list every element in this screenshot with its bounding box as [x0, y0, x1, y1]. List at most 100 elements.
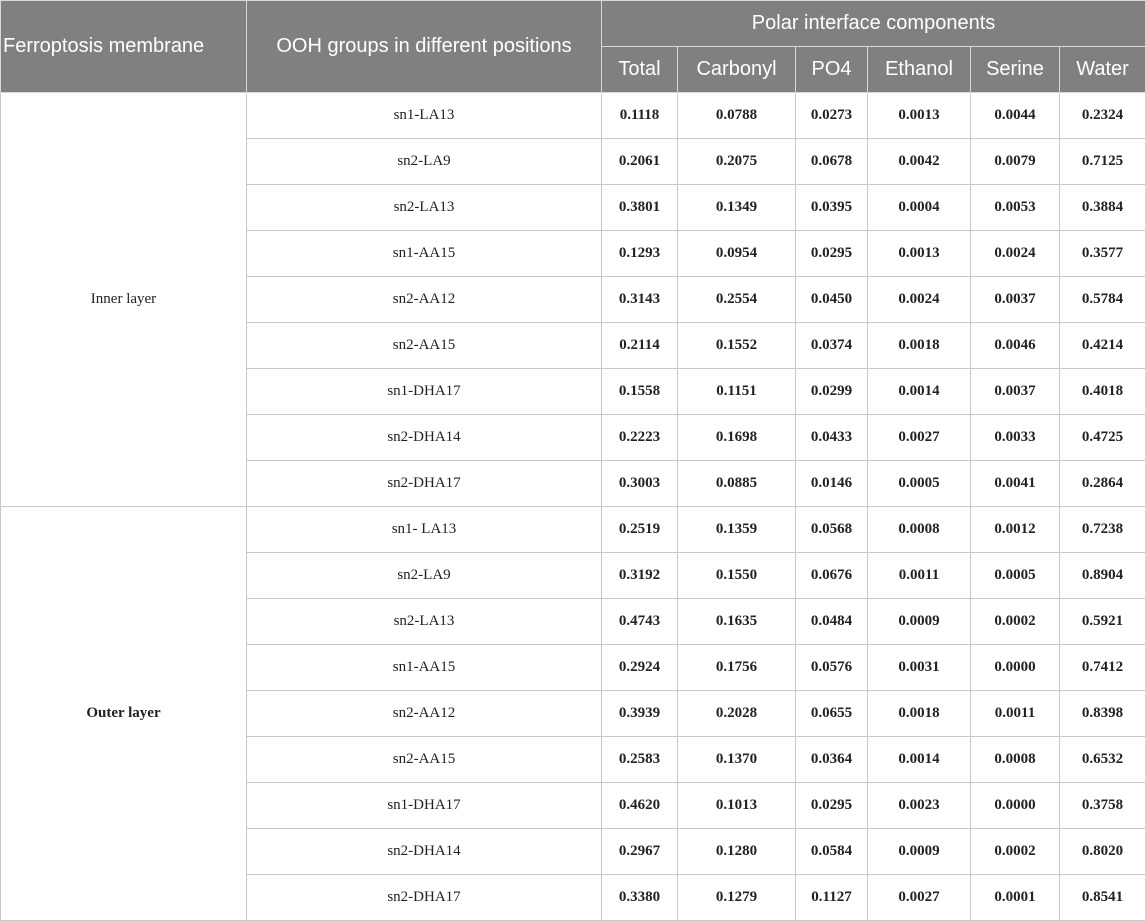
value-cell-ethanol: 0.0042 — [868, 139, 971, 185]
value-cell-po4: 0.0433 — [796, 415, 868, 461]
value-cell-carbonyl: 0.1370 — [678, 737, 796, 783]
value-cell-water: 0.8904 — [1060, 553, 1145, 599]
group-label: Outer layer — [1, 507, 247, 921]
value-cell-water: 0.3884 — [1060, 185, 1145, 231]
value-cell-serine: 0.0033 — [971, 415, 1060, 461]
value-cell-total: 0.2223 — [602, 415, 678, 461]
value-cell-water: 0.7238 — [1060, 507, 1145, 553]
value-cell-serine: 0.0008 — [971, 737, 1060, 783]
value-cell-carbonyl: 0.1359 — [678, 507, 796, 553]
value-cell-water: 0.5921 — [1060, 599, 1145, 645]
value-cell-ethanol: 0.0009 — [868, 599, 971, 645]
value-cell-carbonyl: 0.1756 — [678, 645, 796, 691]
value-cell-total: 0.3192 — [602, 553, 678, 599]
value-cell-carbonyl: 0.2075 — [678, 139, 796, 185]
value-cell-total: 0.2583 — [602, 737, 678, 783]
value-cell-total: 0.3003 — [602, 461, 678, 507]
value-cell-po4: 0.0295 — [796, 783, 868, 829]
value-cell-po4: 0.0395 — [796, 185, 868, 231]
value-cell-po4: 0.0568 — [796, 507, 868, 553]
position-cell: sn1-DHA17 — [247, 369, 602, 415]
value-cell-total: 0.3143 — [602, 277, 678, 323]
value-cell-po4: 0.0678 — [796, 139, 868, 185]
value-cell-total: 0.2967 — [602, 829, 678, 875]
value-cell-water: 0.4018 — [1060, 369, 1145, 415]
value-cell-total: 0.1118 — [602, 93, 678, 139]
value-cell-ethanol: 0.0013 — [868, 231, 971, 277]
position-cell: sn2-LA9 — [247, 553, 602, 599]
position-cell: sn1-AA15 — [247, 645, 602, 691]
value-cell-carbonyl: 0.1349 — [678, 185, 796, 231]
value-cell-po4: 0.0450 — [796, 277, 868, 323]
value-cell-serine: 0.0011 — [971, 691, 1060, 737]
value-cell-serine: 0.0044 — [971, 93, 1060, 139]
value-cell-po4: 0.0484 — [796, 599, 868, 645]
value-cell-carbonyl: 0.1550 — [678, 553, 796, 599]
value-cell-water: 0.8020 — [1060, 829, 1145, 875]
value-cell-total: 0.1293 — [602, 231, 678, 277]
value-cell-po4: 0.0364 — [796, 737, 868, 783]
data-table: Ferroptosis membrane OOH groups in diffe… — [0, 0, 1145, 921]
value-cell-serine: 0.0046 — [971, 323, 1060, 369]
value-cell-serine: 0.0002 — [971, 829, 1060, 875]
value-cell-ethanol: 0.0024 — [868, 277, 971, 323]
value-cell-carbonyl: 0.1280 — [678, 829, 796, 875]
value-cell-po4: 0.0576 — [796, 645, 868, 691]
value-cell-serine: 0.0012 — [971, 507, 1060, 553]
value-cell-carbonyl: 0.0954 — [678, 231, 796, 277]
value-cell-carbonyl: 0.1635 — [678, 599, 796, 645]
position-cell: sn2-AA15 — [247, 737, 602, 783]
position-cell: sn2-DHA17 — [247, 461, 602, 507]
value-cell-ethanol: 0.0008 — [868, 507, 971, 553]
value-cell-total: 0.2061 — [602, 139, 678, 185]
value-cell-ethanol: 0.0004 — [868, 185, 971, 231]
header-water: Water — [1060, 47, 1145, 93]
value-cell-ethanol: 0.0005 — [868, 461, 971, 507]
value-cell-carbonyl: 0.0885 — [678, 461, 796, 507]
table-header: Ferroptosis membrane OOH groups in diffe… — [1, 1, 1145, 93]
value-cell-po4: 0.0584 — [796, 829, 868, 875]
position-cell: sn1-LA13 — [247, 93, 602, 139]
value-cell-water: 0.3577 — [1060, 231, 1145, 277]
value-cell-serine: 0.0000 — [971, 645, 1060, 691]
position-cell: sn1-AA15 — [247, 231, 602, 277]
header-serine: Serine — [971, 47, 1060, 93]
value-cell-water: 0.4214 — [1060, 323, 1145, 369]
value-cell-serine: 0.0079 — [971, 139, 1060, 185]
position-cell: sn2-LA9 — [247, 139, 602, 185]
position-cell: sn2-LA13 — [247, 599, 602, 645]
table-row: Inner layersn1-LA130.11180.07880.02730.0… — [1, 93, 1145, 139]
header-ooh-positions: OOH groups in different positions — [247, 1, 602, 93]
position-cell: sn2-AA12 — [247, 277, 602, 323]
value-cell-carbonyl: 0.2554 — [678, 277, 796, 323]
position-cell: sn1- LA13 — [247, 507, 602, 553]
value-cell-ethanol: 0.0018 — [868, 691, 971, 737]
value-cell-water: 0.6532 — [1060, 737, 1145, 783]
header-membrane: Ferroptosis membrane — [1, 1, 247, 93]
value-cell-water: 0.2324 — [1060, 93, 1145, 139]
value-cell-ethanol: 0.0013 — [868, 93, 971, 139]
value-cell-carbonyl: 0.2028 — [678, 691, 796, 737]
value-cell-water: 0.4725 — [1060, 415, 1145, 461]
value-cell-water: 0.2864 — [1060, 461, 1145, 507]
value-cell-po4: 0.0299 — [796, 369, 868, 415]
value-cell-water: 0.8398 — [1060, 691, 1145, 737]
value-cell-po4: 0.0676 — [796, 553, 868, 599]
position-cell: sn2-LA13 — [247, 185, 602, 231]
header-total: Total — [602, 47, 678, 93]
value-cell-po4: 0.0146 — [796, 461, 868, 507]
value-cell-total: 0.4743 — [602, 599, 678, 645]
value-cell-serine: 0.0041 — [971, 461, 1060, 507]
value-cell-serine: 0.0024 — [971, 231, 1060, 277]
value-cell-ethanol: 0.0023 — [868, 783, 971, 829]
position-cell: sn2-AA15 — [247, 323, 602, 369]
value-cell-serine: 0.0037 — [971, 369, 1060, 415]
value-cell-carbonyl: 0.0788 — [678, 93, 796, 139]
value-cell-ethanol: 0.0027 — [868, 415, 971, 461]
value-cell-total: 0.2924 — [602, 645, 678, 691]
table-row: Outer layersn1- LA130.25190.13590.05680.… — [1, 507, 1145, 553]
header-po4: PO4 — [796, 47, 868, 93]
value-cell-total: 0.4620 — [602, 783, 678, 829]
header-ethanol: Ethanol — [868, 47, 971, 93]
value-cell-po4: 0.0295 — [796, 231, 868, 277]
